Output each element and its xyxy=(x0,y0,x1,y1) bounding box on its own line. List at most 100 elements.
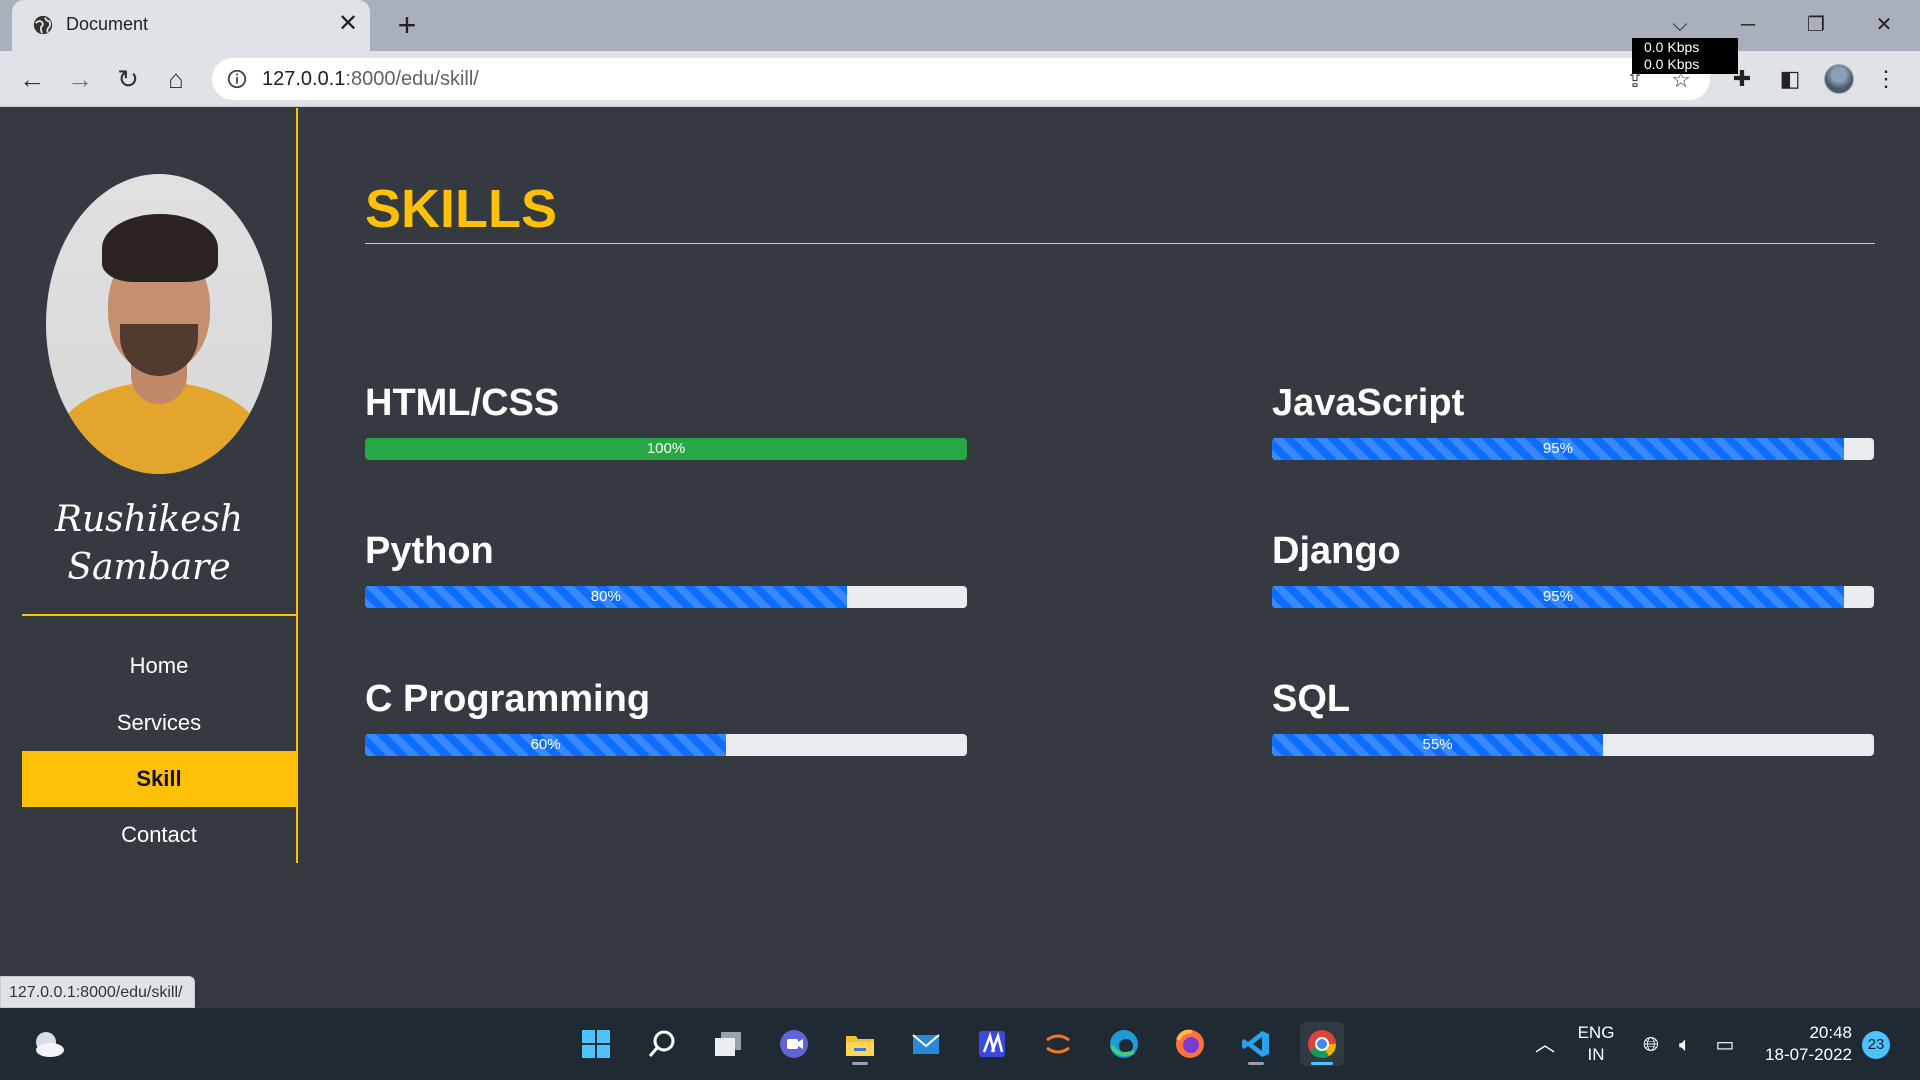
profile-name: Rushikesh Sambare xyxy=(0,496,298,592)
network-globe-icon[interactable]: 🌐︎ xyxy=(1638,1032,1664,1058)
progress-bar: 55% xyxy=(1272,734,1874,756)
code-editor-app[interactable] xyxy=(970,1022,1014,1066)
skill-name: Python xyxy=(365,530,494,572)
skill-name: SQL xyxy=(1272,678,1351,720)
progress-fill: 95% xyxy=(1272,438,1844,460)
page-title: SKILLS xyxy=(365,179,558,239)
net-download-speed: 0.0 Kbps xyxy=(1644,56,1700,72)
site-info-icon[interactable] xyxy=(226,68,248,90)
teams-chat-app[interactable] xyxy=(772,1022,816,1066)
skill-django: Django 95% xyxy=(1272,526,1874,608)
editor-logo-icon xyxy=(979,1031,1005,1057)
mail-icon xyxy=(912,1034,940,1054)
link-status-bubble: 127.0.0.1:8000/edu/skill/ xyxy=(0,976,196,1008)
title-underline xyxy=(365,243,1875,244)
profile-photo xyxy=(46,174,272,474)
progress-fill: 100% xyxy=(365,438,967,460)
mail-app[interactable] xyxy=(904,1022,948,1066)
skill-name: Django xyxy=(1272,530,1401,572)
windows-logo-icon xyxy=(582,1030,610,1058)
progress-bar: 95% xyxy=(1272,586,1874,608)
clock-date: 18-07-2022 xyxy=(1765,1045,1852,1064)
language-code: ENG xyxy=(1577,1023,1615,1042)
chrome-app[interactable] xyxy=(1300,1022,1344,1066)
menu-kebab-icon[interactable]: ⋮ xyxy=(1870,63,1902,95)
progress-bar: 100% xyxy=(365,438,967,460)
running-indicator xyxy=(852,1062,868,1065)
progress-fill: 80% xyxy=(365,586,847,608)
new-tab-button[interactable]: + xyxy=(390,8,424,42)
task-view-button[interactable] xyxy=(706,1022,750,1066)
volume-icon[interactable]: 🔈︎ xyxy=(1672,1032,1698,1058)
progress-fill: 55% xyxy=(1272,734,1604,756)
weather-cloud-icon[interactable] xyxy=(30,1028,66,1060)
progress-bar: 80% xyxy=(365,586,967,608)
jupyter-logo-icon xyxy=(1046,1034,1070,1054)
progress-fill: 60% xyxy=(365,734,727,756)
region-code: IN xyxy=(1587,1045,1605,1064)
restore-button[interactable]: ❐ xyxy=(1796,8,1836,42)
clock-time: 20:48 xyxy=(1809,1023,1852,1042)
back-arrow-icon[interactable]: ← xyxy=(14,61,50,97)
url-host: 127.0.0.1 xyxy=(262,68,346,90)
notification-count-badge[interactable]: 23 xyxy=(1862,1031,1890,1059)
progress-fill: 95% xyxy=(1272,586,1844,608)
progress-bar: 95% xyxy=(1272,438,1874,460)
tab-title: Document xyxy=(66,14,149,34)
start-button[interactable] xyxy=(574,1022,618,1066)
sidebar-divider xyxy=(22,614,298,616)
home-icon[interactable]: ⌂ xyxy=(158,61,194,97)
minimize-button[interactable]: ─ xyxy=(1728,8,1768,42)
nav-services[interactable]: Services xyxy=(22,695,296,751)
globe-icon xyxy=(33,15,53,35)
chat-camera-icon xyxy=(780,1030,808,1058)
edge-browser-app[interactable] xyxy=(1102,1022,1146,1066)
firefox-logo-icon xyxy=(1176,1029,1204,1058)
battery-icon[interactable]: ▭ xyxy=(1712,1032,1738,1058)
taskbar: ︿ ENG IN 🌐︎ 🔈︎ ▭ 20:48 18-07-2022 23 xyxy=(0,1008,1920,1080)
nav-skill[interactable]: Skill xyxy=(22,751,296,807)
firefox-app[interactable] xyxy=(1168,1022,1212,1066)
skill-sql: SQL 55% xyxy=(1272,674,1874,756)
nav-contact[interactable]: Contact xyxy=(22,807,296,863)
skill-name: JavaScript xyxy=(1272,382,1465,424)
close-tab-icon[interactable]: ✕ xyxy=(334,10,362,38)
edge-logo-icon xyxy=(1110,1030,1138,1058)
profile-first-name: Rushikesh xyxy=(54,499,244,540)
search-button[interactable] xyxy=(640,1022,684,1066)
folder-icon xyxy=(846,1036,874,1056)
skill-name: C Programming xyxy=(365,678,651,720)
skill-c-programming: C Programming 60% xyxy=(365,674,967,756)
skill-name: HTML/CSS xyxy=(365,382,560,424)
active-indicator xyxy=(1311,1062,1333,1065)
chevron-up-icon[interactable]: ︿ xyxy=(1532,1032,1558,1058)
url-path: :8000/edu/skill/ xyxy=(345,68,479,90)
forward-arrow-icon[interactable]: → xyxy=(62,61,98,97)
file-explorer-app[interactable] xyxy=(838,1022,882,1066)
chrome-logo-icon xyxy=(1308,1030,1336,1058)
jupyter-app[interactable] xyxy=(1036,1022,1080,1066)
skill-html-css: HTML/CSS 100% xyxy=(365,378,967,460)
language-indicator[interactable]: ENG IN xyxy=(1574,1022,1618,1066)
close-window-button[interactable]: ✕ xyxy=(1864,8,1904,42)
reload-icon[interactable]: ↻ xyxy=(110,61,146,97)
url-text[interactable]: 127.0.0.1:8000/edu/skill/ xyxy=(262,68,479,91)
vscode-logo-icon xyxy=(1242,1031,1269,1057)
profile-last-name: Sambare xyxy=(67,547,231,588)
browser-tab[interactable]: Document ✕ xyxy=(12,0,370,51)
nav-home[interactable]: Home xyxy=(22,638,296,694)
net-upload-speed: 0.0 Kbps xyxy=(1644,39,1700,55)
running-indicator xyxy=(1248,1062,1264,1065)
task-view-icon xyxy=(715,1032,741,1056)
vscode-app[interactable] xyxy=(1234,1022,1278,1066)
network-speed-widget: 0.0 Kbps 0.0 Kbps xyxy=(1632,38,1738,74)
profile-avatar[interactable] xyxy=(1824,64,1854,94)
progress-bar: 60% xyxy=(365,734,967,756)
address-bar[interactable]: 127.0.0.1:8000/edu/skill/ ⇪ ☆ xyxy=(212,58,1710,100)
skill-javascript: JavaScript 95% xyxy=(1272,378,1874,460)
sidebar: Rushikesh Sambare Home Services Skill Co… xyxy=(0,108,298,863)
side-panel-icon[interactable]: ◧ xyxy=(1774,63,1806,95)
clock[interactable]: 20:48 18-07-2022 xyxy=(1756,1022,1852,1066)
search-icon xyxy=(648,1030,675,1057)
tab-search-chevron-icon[interactable]: ⌵ xyxy=(1660,8,1700,42)
